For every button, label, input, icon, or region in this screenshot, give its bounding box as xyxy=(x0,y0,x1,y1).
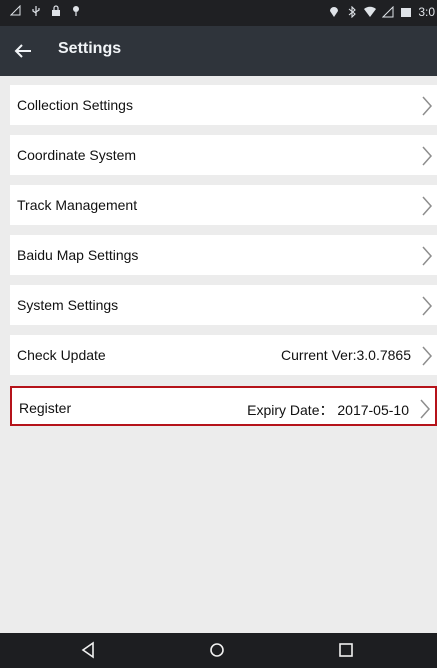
row-label: Register xyxy=(19,400,72,416)
row-label: Coordinate System xyxy=(17,147,137,163)
baidu-map-settings-row[interactable]: Baidu Map Settings xyxy=(10,235,437,275)
row-label: Baidu Map Settings xyxy=(17,247,139,263)
lock-icon xyxy=(52,5,60,16)
signal-icon xyxy=(382,6,394,18)
track-management-row[interactable]: Track Management xyxy=(10,185,437,225)
row-label: Check Update xyxy=(17,347,106,363)
pin-icon xyxy=(73,6,79,16)
chevron-right-icon xyxy=(420,399,431,419)
chevron-right-icon xyxy=(422,146,433,166)
chevron-right-icon xyxy=(422,196,433,216)
status-bar: 3:0 xyxy=(0,0,437,26)
chevron-right-icon xyxy=(422,246,433,266)
battery-icon xyxy=(401,8,412,17)
status-time: 3:0 xyxy=(418,5,435,19)
expiry-date-value: Expiry Date： 2017-05-10 xyxy=(247,402,409,418)
system-settings-row[interactable]: System Settings xyxy=(10,285,437,325)
check-update-row[interactable]: Check Update Current Ver:3.0.7865 xyxy=(10,335,437,375)
chevron-right-icon xyxy=(422,96,433,116)
chevron-right-icon xyxy=(422,346,433,366)
row-label: Collection Settings xyxy=(17,97,133,113)
system-navigation-bar xyxy=(0,633,437,668)
coordinate-system-row[interactable]: Coordinate System xyxy=(10,135,437,175)
recents-square-icon[interactable] xyxy=(336,640,356,660)
collection-settings-row[interactable]: Collection Settings xyxy=(10,85,437,125)
wifi-icon xyxy=(364,6,377,17)
row-label: System Settings xyxy=(17,297,119,313)
usb-icon xyxy=(32,6,40,16)
bluetooth-icon xyxy=(348,6,357,18)
row-label: Track Management xyxy=(17,197,138,213)
arrow-left-icon[interactable] xyxy=(12,40,34,62)
location-icon xyxy=(330,7,339,17)
signal-off-icon xyxy=(10,5,21,16)
register-row[interactable]: Register Expiry Date： 2017-05-10 xyxy=(10,386,437,426)
home-circle-icon[interactable] xyxy=(207,640,227,660)
chevron-right-icon xyxy=(422,296,433,316)
page-title: Settings xyxy=(58,40,122,57)
current-version-value: Current Ver:3.0.7865 xyxy=(281,347,411,363)
app-bar: Settings xyxy=(0,26,437,76)
back-triangle-icon[interactable] xyxy=(78,640,98,660)
